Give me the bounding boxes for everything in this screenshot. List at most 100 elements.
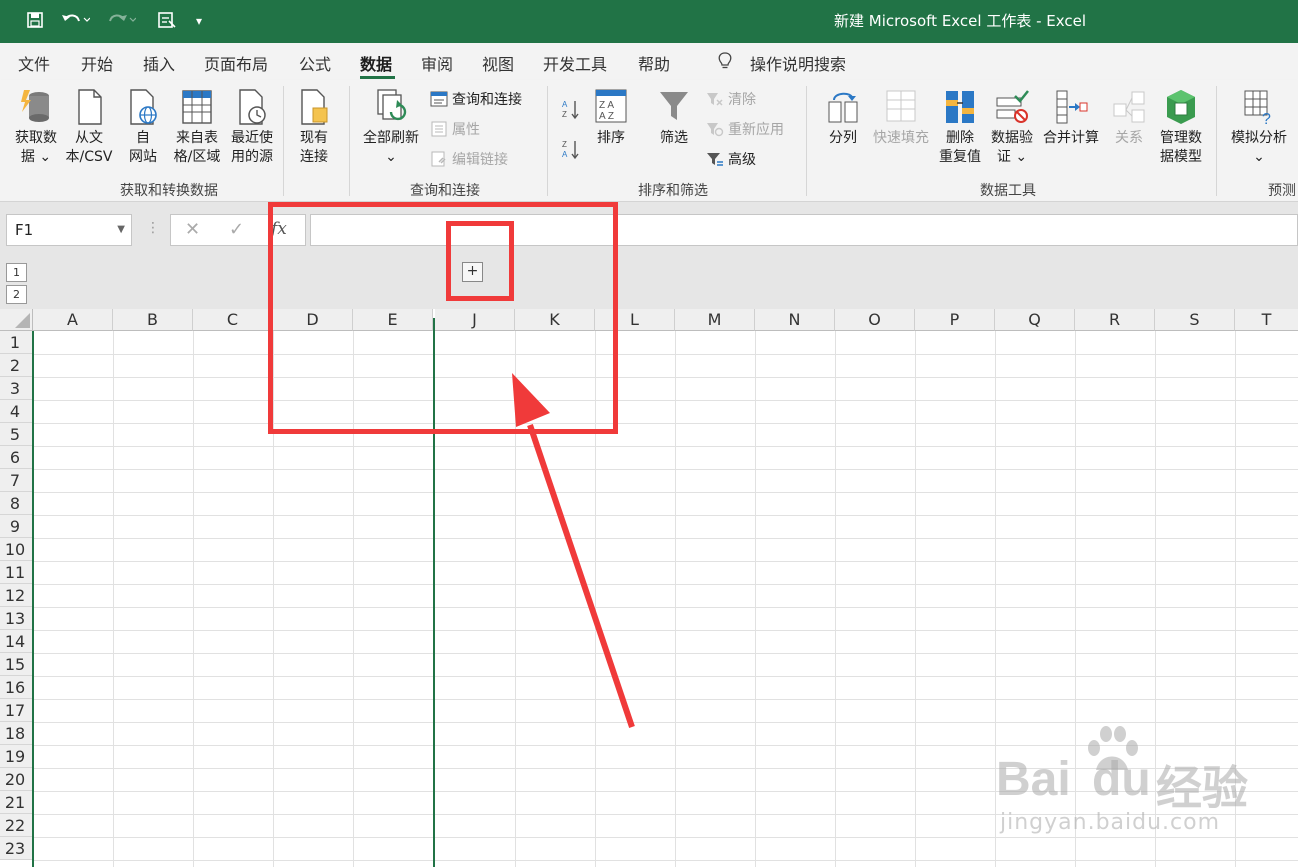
outline-level-1-button[interactable]: 1 xyxy=(6,263,27,282)
grid-line xyxy=(33,354,1298,355)
group-queries-label: 查询和连接 xyxy=(410,183,480,199)
advanced-filter-button[interactable]: 高级 xyxy=(706,150,756,170)
row-header[interactable]: 17 xyxy=(0,699,33,722)
drag-handle-icon[interactable]: ⋮ xyxy=(146,220,160,236)
edit-links-icon xyxy=(431,151,446,167)
tab-data[interactable]: 数据 xyxy=(360,51,392,75)
undo-icon[interactable] xyxy=(60,11,91,34)
row-header[interactable]: 12 xyxy=(0,584,33,607)
data-validation-button[interactable]: 数据验 证 ⌄ xyxy=(986,88,1038,167)
sort-button[interactable]: Z AA Z 排序 xyxy=(590,88,632,148)
from-table-range-button[interactable]: 来自表 格/区域 xyxy=(170,88,224,167)
tab-view[interactable]: 视图 xyxy=(482,51,514,75)
relationships-label: 关系 xyxy=(1115,130,1143,146)
svg-text:Z: Z xyxy=(562,140,567,149)
what-if-label: 模拟分析 xyxy=(1231,130,1287,146)
clear-button[interactable]: 清除 xyxy=(706,90,756,110)
column-header[interactable]: P xyxy=(915,309,995,331)
edit-links-button[interactable]: 编辑链接 xyxy=(430,150,508,170)
row-header[interactable]: 4 xyxy=(0,400,33,423)
tell-me-search[interactable]: 操作说明搜索 xyxy=(750,51,846,75)
tab-page-layout[interactable]: 页面布局 xyxy=(204,51,268,75)
column-header[interactable]: N xyxy=(755,309,835,331)
row-header[interactable]: 15 xyxy=(0,653,33,676)
existing-connections-button[interactable]: 现有 连接 xyxy=(290,88,338,167)
relationships-button[interactable]: 关系 xyxy=(1108,88,1150,148)
flash-fill-button[interactable]: 快速填充 xyxy=(868,88,934,148)
queries-icon xyxy=(430,91,448,107)
enter-icon[interactable]: ✓ xyxy=(229,219,244,240)
redo-icon[interactable] xyxy=(106,11,137,34)
queries-connections-button[interactable]: 查询和连接 xyxy=(430,90,522,110)
row-header[interactable]: 14 xyxy=(0,630,33,653)
row-header[interactable]: 18 xyxy=(0,722,33,745)
row-header[interactable]: 13 xyxy=(0,607,33,630)
outline-level-2-button[interactable]: 2 xyxy=(6,285,27,304)
recent-sources-button[interactable]: 最近使 用的源 xyxy=(225,88,279,167)
customize-icon[interactable]: ▾ xyxy=(196,11,202,31)
column-header[interactable]: R xyxy=(1075,309,1155,331)
separator xyxy=(1216,86,1217,196)
tab-home[interactable]: 开始 xyxy=(81,51,113,75)
text-to-columns-button[interactable]: 分列 xyxy=(822,88,864,148)
name-box[interactable]: F1 ▼ xyxy=(6,214,132,246)
row-header[interactable]: 22 xyxy=(0,814,33,837)
row-header[interactable]: 11 xyxy=(0,561,33,584)
from-text-label-2: 本/CSV xyxy=(65,149,113,165)
cancel-icon[interactable]: ✕ xyxy=(185,219,200,240)
row-header[interactable]: 7 xyxy=(0,469,33,492)
column-header[interactable]: S xyxy=(1155,309,1235,331)
row-header[interactable]: 5 xyxy=(0,423,33,446)
column-header[interactable]: B xyxy=(113,309,193,331)
row-header[interactable]: 3 xyxy=(0,377,33,400)
row-header[interactable]: 8 xyxy=(0,492,33,515)
properties-button[interactable]: 属性 xyxy=(430,120,480,140)
column-header[interactable]: M xyxy=(675,309,755,331)
row-header[interactable]: 9 xyxy=(0,515,33,538)
title-bar: ▾ 新建 Microsoft Excel 工作表 - Excel xyxy=(0,0,1298,43)
row-header[interactable]: 19 xyxy=(0,745,33,768)
row-header[interactable]: 2 xyxy=(0,354,33,377)
tab-review[interactable]: 审阅 xyxy=(421,51,453,75)
column-header[interactable]: T xyxy=(1235,309,1298,331)
text-to-columns-label: 分列 xyxy=(829,130,857,146)
filter-label: 筛选 xyxy=(660,130,688,146)
from-text-label: 从文 xyxy=(75,130,103,146)
row-header[interactable]: 1 xyxy=(0,331,33,354)
column-header[interactable]: Q xyxy=(995,309,1075,331)
sort-asc-button[interactable]: AZ xyxy=(562,98,584,120)
form-icon[interactable] xyxy=(157,11,177,34)
tab-help[interactable]: 帮助 xyxy=(638,51,670,75)
get-data-button[interactable]: 获取数 据 ⌄ xyxy=(8,88,64,167)
refresh-all-button[interactable]: 全部刷新 ⌄ xyxy=(358,88,424,167)
row-header[interactable]: 21 xyxy=(0,791,33,814)
tab-developer[interactable]: 开发工具 xyxy=(543,51,607,75)
active-tab-underline xyxy=(360,76,395,79)
from-web-button[interactable]: 自 网站 xyxy=(122,88,164,167)
tab-file[interactable]: 文件 xyxy=(18,51,50,75)
row-header[interactable]: 6 xyxy=(0,446,33,469)
reapply-button[interactable]: 重新应用 xyxy=(706,120,784,140)
from-text-csv-button[interactable]: 从文 本/CSV xyxy=(62,88,116,167)
name-box-dropdown-icon[interactable]: ▼ xyxy=(117,215,125,245)
column-header[interactable]: A xyxy=(33,309,113,331)
grid-line xyxy=(33,538,1298,539)
tab-insert[interactable]: 插入 xyxy=(143,51,175,75)
save-icon[interactable] xyxy=(26,11,44,34)
column-header[interactable]: O xyxy=(835,309,915,331)
ribbon: 获取数 据 ⌄ 从文 本/CSV 自 网站 来自表 格/区域 最近使 用的源 现… xyxy=(0,80,1298,202)
tab-formulas[interactable]: 公式 xyxy=(299,51,331,75)
sort-desc-button[interactable]: ZA xyxy=(562,138,584,160)
row-header[interactable]: 10 xyxy=(0,538,33,561)
remove-duplicates-button[interactable]: 删除 重复值 xyxy=(936,88,984,167)
row-header[interactable]: 20 xyxy=(0,768,33,791)
filter-button[interactable]: 筛选 xyxy=(653,88,695,148)
what-if-analysis-button[interactable]: ? 模拟分析 ⌄ xyxy=(1226,88,1292,167)
column-header[interactable]: C xyxy=(193,309,273,331)
data-model-icon xyxy=(1167,90,1195,124)
row-header[interactable]: 16 xyxy=(0,676,33,699)
consolidate-button[interactable]: 合并计算 xyxy=(1040,88,1102,148)
manage-data-model-button[interactable]: 管理数 据模型 xyxy=(1154,88,1208,167)
row-header[interactable]: 23 xyxy=(0,837,33,860)
select-all-corner[interactable] xyxy=(0,309,33,331)
